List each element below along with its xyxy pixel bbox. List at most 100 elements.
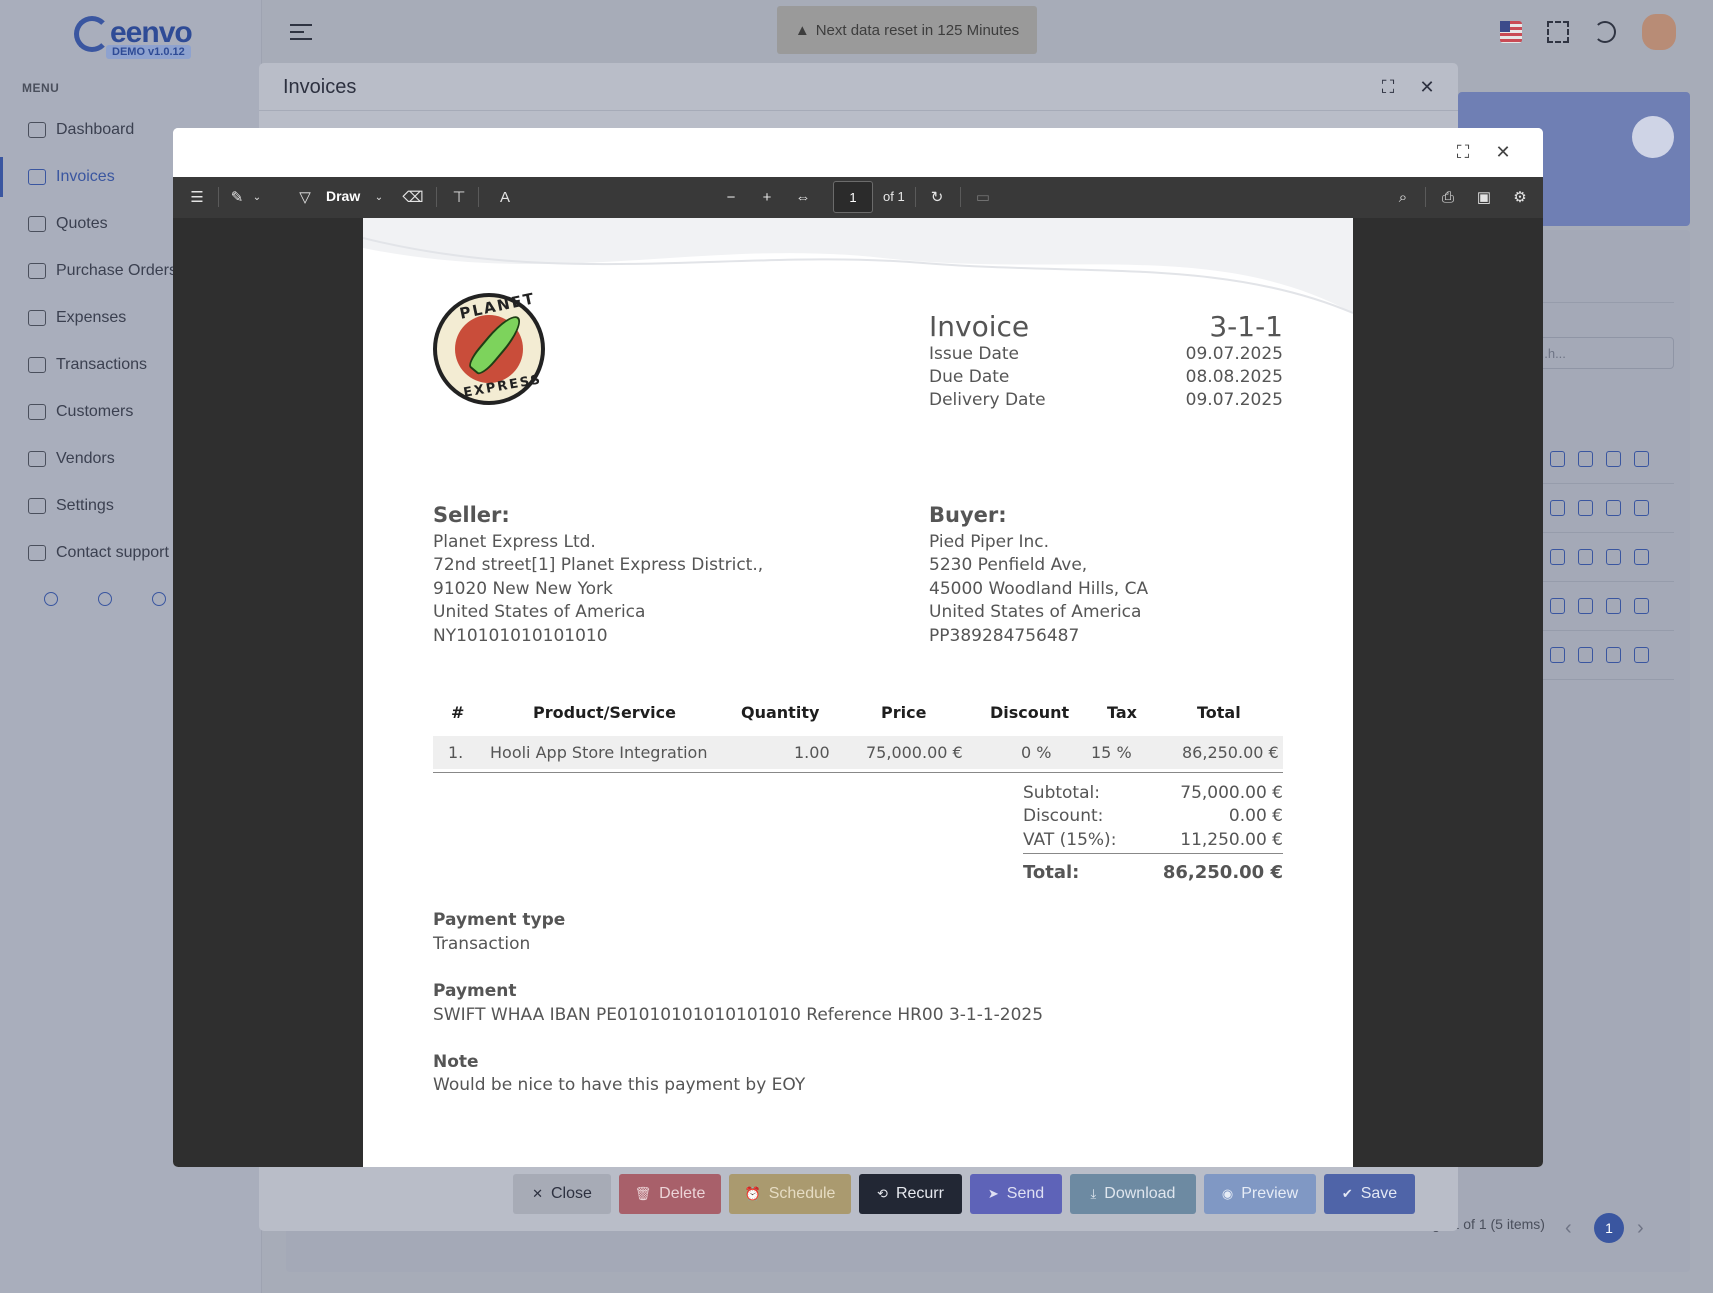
search-input[interactable]: ...h... <box>1530 337 1674 369</box>
eye-icon[interactable] <box>1578 598 1593 614</box>
web-icon[interactable] <box>44 592 58 606</box>
highlight-icon[interactable]: ✎ <box>227 187 247 207</box>
invoices-dialog-header: Invoices ⛶ ✕ <box>259 63 1458 111</box>
table-cell: 1.00 <box>794 743 830 762</box>
close-icon[interactable]: ✕ <box>1417 77 1437 97</box>
pdf-toolbar: ☰ ✎ ⌄ ▽ Draw ⌄ ⌫ ⊤ A − + ⇔ 1 of 1 ↻ ▭ ⌕ … <box>173 177 1543 218</box>
check-icon: ✔ <box>1341 1186 1353 1201</box>
save-button-label: Save <box>1360 1185 1398 1202</box>
eye-icon[interactable] <box>1578 451 1593 467</box>
preview-button[interactable]: ◉ Preview <box>1204 1174 1316 1214</box>
send-button[interactable]: ➤ Send <box>970 1174 1062 1214</box>
avatar[interactable] <box>1642 14 1676 50</box>
table-cell: 1. <box>448 743 464 762</box>
schedule-button[interactable]: ⏰ Schedule <box>729 1174 851 1214</box>
row-divider <box>1540 483 1674 484</box>
toolbar-divider <box>1425 187 1426 207</box>
eye-icon[interactable] <box>1578 500 1593 516</box>
trash-icon[interactable] <box>1634 549 1649 565</box>
eraser-icon[interactable]: ⌫ <box>402 187 423 207</box>
save-button[interactable]: ✔ Save <box>1324 1174 1415 1214</box>
maximize-icon[interactable]: ⛶ <box>1453 142 1473 162</box>
document-icon <box>1632 116 1674 158</box>
download-icon[interactable] <box>1550 549 1565 565</box>
text-box-icon[interactable]: ⊤ <box>449 187 469 207</box>
paypal-icon[interactable] <box>98 592 112 606</box>
copy-icon[interactable] <box>1606 549 1621 565</box>
copy-icon[interactable] <box>1606 598 1621 614</box>
delete-button-label: Delete <box>659 1185 706 1202</box>
preview-button-label: Preview <box>1241 1185 1299 1202</box>
moon-icon[interactable] <box>1594 21 1616 43</box>
close-button[interactable]: ✕ Close <box>513 1174 611 1214</box>
text-style-icon[interactable]: A <box>495 187 515 207</box>
recurr-button[interactable]: ⟲ Recurr <box>859 1174 962 1214</box>
search-icon[interactable]: ⌕ <box>1393 187 1413 207</box>
seller-line: Planet Express Ltd. <box>433 532 596 552</box>
gear-icon[interactable]: ⚙ <box>1510 187 1530 207</box>
page-button[interactable]: 1 <box>1594 1213 1624 1243</box>
trash-icon[interactable] <box>1634 647 1649 663</box>
download-icon[interactable] <box>1550 647 1565 663</box>
page-layout-icon[interactable]: ▭ <box>973 187 993 207</box>
seller-line: 91020 New New York <box>433 579 613 599</box>
page-count: of 1 <box>883 189 905 204</box>
print-icon[interactable]: ⎙ <box>1438 187 1458 207</box>
table-header: Total <box>1197 703 1241 722</box>
table-cell: 0 % <box>1021 743 1052 762</box>
download-button[interactable]: ⤓ Download <box>1070 1174 1196 1214</box>
recurr-button-label: Recurr <box>895 1185 944 1202</box>
chevron-left-icon[interactable]: ‹ <box>1565 1217 1572 1240</box>
eye-icon: ◉ <box>1221 1186 1234 1201</box>
issue-date-label: Issue Date <box>929 344 1019 364</box>
rotate-icon[interactable]: ↻ <box>927 187 947 207</box>
copy-icon[interactable] <box>1606 500 1621 516</box>
trash-icon: 🗑 <box>634 1186 652 1201</box>
save-icon[interactable]: ▣ <box>1474 187 1494 207</box>
fit-width-icon[interactable]: ⇔ <box>793 187 813 207</box>
menu-toggle-icon[interactable] <box>290 24 312 40</box>
chevron-right-icon[interactable]: › <box>1637 1217 1644 1240</box>
seller-line: 72nd street[1] Planet Express District., <box>433 555 764 575</box>
eye-icon[interactable] <box>1578 549 1593 565</box>
zoom-in-icon[interactable]: + <box>757 187 777 207</box>
trash-icon[interactable] <box>1634 598 1649 614</box>
table-header: # <box>451 703 465 722</box>
sidebar-item-label: Transactions <box>56 356 147 373</box>
us-flag-icon[interactable] <box>1500 21 1522 43</box>
chevron-down-icon[interactable]: ⌄ <box>251 187 263 207</box>
chevron-down-icon[interactable]: ⌄ <box>373 187 385 207</box>
note-heading: Note <box>433 1052 479 1072</box>
maximize-icon[interactable]: ⛶ <box>1378 77 1398 97</box>
close-icon[interactable]: ✕ <box>1493 142 1513 162</box>
download-icon[interactable] <box>1550 500 1565 516</box>
pdf-canvas[interactable]: PLANET EXPRESS Invoice 3-1-1 Issue Date … <box>173 218 1543 1167</box>
download-icon[interactable] <box>1550 451 1565 467</box>
eye-icon[interactable] <box>1578 647 1593 663</box>
copy-icon[interactable] <box>1606 647 1621 663</box>
menu-label: MENU <box>22 81 60 95</box>
row-divider <box>1540 532 1674 533</box>
buyer-line: Pied Piper Inc. <box>929 532 1050 552</box>
delivery-date-value: 09.07.2025 <box>1185 390 1283 410</box>
buyer-heading: Buyer: <box>929 503 1007 527</box>
table-header: Tax <box>1107 703 1137 722</box>
sidebar-item-label: Dashboard <box>56 121 135 138</box>
fullscreen-icon[interactable] <box>1547 21 1569 43</box>
delete-button[interactable]: 🗑 Delete <box>619 1174 721 1214</box>
github-icon[interactable] <box>152 592 166 606</box>
discount-value: 0.00 € <box>1228 806 1283 826</box>
download-icon[interactable] <box>1550 598 1565 614</box>
draw-icon[interactable]: ▽ <box>295 187 315 207</box>
page-number-input[interactable]: 1 <box>833 181 873 213</box>
trash-icon[interactable] <box>1634 451 1649 467</box>
draw-label[interactable]: Draw <box>326 188 360 204</box>
sidebar-toggle-icon[interactable]: ☰ <box>187 187 207 207</box>
trash-icon[interactable] <box>1634 500 1649 516</box>
zoom-out-icon[interactable]: − <box>721 187 741 207</box>
copy-icon[interactable] <box>1606 451 1621 467</box>
row-divider <box>1540 630 1674 631</box>
app-logo[interactable]: eenvo DEMO v1.0.12 <box>74 16 204 62</box>
vendors-icon <box>28 451 46 467</box>
sidebar-item-label: Expenses <box>56 309 127 326</box>
